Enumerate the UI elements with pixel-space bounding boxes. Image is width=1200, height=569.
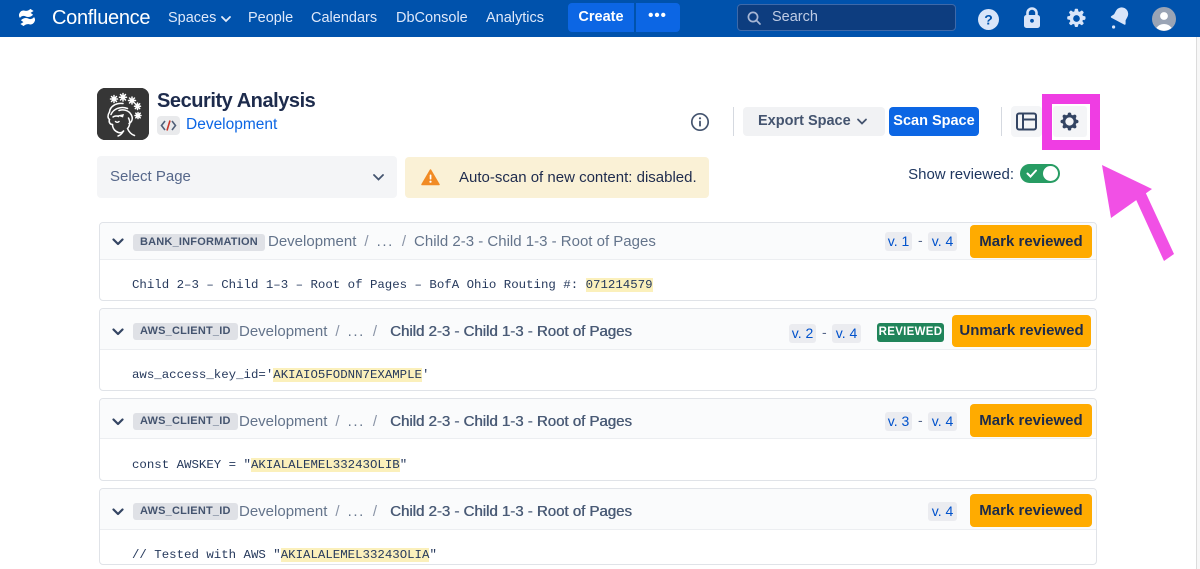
svg-text:?: ?: [984, 12, 993, 28]
